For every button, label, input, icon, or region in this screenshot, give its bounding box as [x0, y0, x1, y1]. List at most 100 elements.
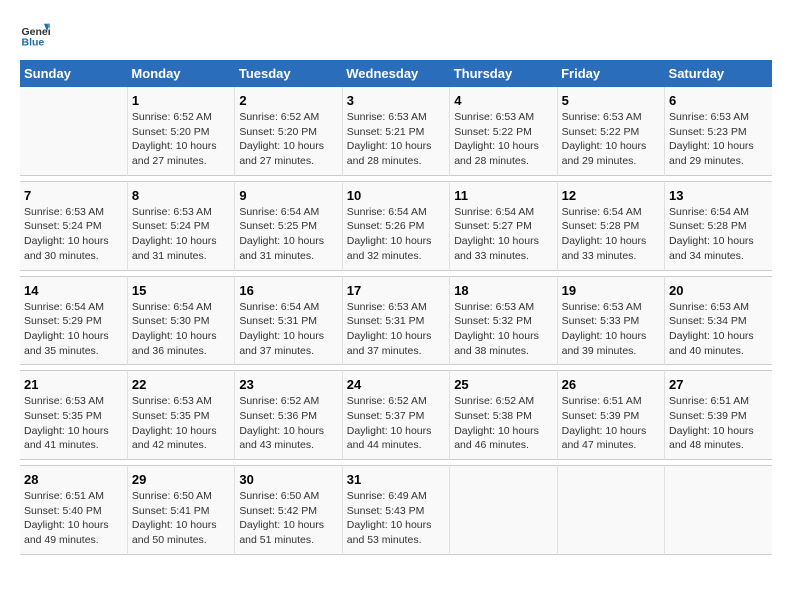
day-number: 29 — [132, 472, 230, 487]
day-info: Sunrise: 6:52 AMSunset: 5:38 PMDaylight:… — [454, 394, 552, 453]
header-friday: Friday — [557, 60, 664, 87]
day-info: Sunrise: 6:54 AMSunset: 5:25 PMDaylight:… — [239, 205, 337, 264]
day-cell: 21 Sunrise: 6:53 AMSunset: 5:35 PMDayligh… — [20, 371, 127, 460]
day-cell: 26 Sunrise: 6:51 AMSunset: 5:39 PMDayligh… — [557, 371, 664, 460]
week-row-1: 1Sunrise: 6:52 AMSunset: 5:20 PMDaylight… — [20, 87, 772, 175]
day-cell: 7 Sunrise: 6:53 AMSunset: 5:24 PMDaylight… — [20, 181, 127, 270]
day-info: Sunrise: 6:53 AMSunset: 5:22 PMDaylight:… — [562, 110, 660, 169]
day-cell — [20, 87, 127, 175]
day-cell: 23 Sunrise: 6:52 AMSunset: 5:36 PMDayligh… — [235, 371, 342, 460]
day-number: 6 — [669, 93, 768, 108]
week-row-5: 28 Sunrise: 6:51 AMSunset: 5:40 PMDayligh… — [20, 466, 772, 555]
day-number: 16 — [239, 283, 337, 298]
header-monday: Monday — [127, 60, 234, 87]
day-number: 1 — [132, 93, 230, 108]
day-cell: 22 Sunrise: 6:53 AMSunset: 5:35 PMDayligh… — [127, 371, 234, 460]
day-cell: 28 Sunrise: 6:51 AMSunset: 5:40 PMDayligh… — [20, 466, 127, 555]
day-cell: 6 Sunrise: 6:53 AMSunset: 5:23 PMDaylight… — [665, 87, 772, 175]
day-number: 31 — [347, 472, 445, 487]
day-number: 20 — [669, 283, 768, 298]
day-info: Sunrise: 6:54 AMSunset: 5:30 PMDaylight:… — [132, 300, 230, 359]
day-info: Sunrise: 6:54 AMSunset: 5:29 PMDaylight:… — [24, 300, 123, 359]
day-number: 9 — [239, 188, 337, 203]
day-cell: 2Sunrise: 6:52 AMSunset: 5:20 PMDaylight… — [235, 87, 342, 175]
day-cell: 18 Sunrise: 6:53 AMSunset: 5:32 PMDayligh… — [450, 276, 557, 365]
day-number: 12 — [562, 188, 660, 203]
day-info: Sunrise: 6:51 AMSunset: 5:40 PMDaylight:… — [24, 489, 123, 548]
day-number: 13 — [669, 188, 768, 203]
day-cell: 13 Sunrise: 6:54 AMSunset: 5:28 PMDayligh… — [665, 181, 772, 270]
day-cell: 16 Sunrise: 6:54 AMSunset: 5:31 PMDayligh… — [235, 276, 342, 365]
logo: General Blue — [20, 20, 54, 50]
calendar-table: SundayMondayTuesdayWednesdayThursdayFrid… — [20, 60, 772, 555]
day-cell — [665, 466, 772, 555]
calendar-header-row: SundayMondayTuesdayWednesdayThursdayFrid… — [20, 60, 772, 87]
day-cell — [450, 466, 557, 555]
header-wednesday: Wednesday — [342, 60, 449, 87]
day-number: 30 — [239, 472, 337, 487]
day-info: Sunrise: 6:53 AMSunset: 5:34 PMDaylight:… — [669, 300, 768, 359]
day-cell: 4 Sunrise: 6:53 AMSunset: 5:22 PMDaylight… — [450, 87, 557, 175]
day-number: 21 — [24, 377, 123, 392]
header-thursday: Thursday — [450, 60, 557, 87]
day-cell: 9 Sunrise: 6:54 AMSunset: 5:25 PMDaylight… — [235, 181, 342, 270]
day-info: Sunrise: 6:52 AMSunset: 5:36 PMDaylight:… — [239, 394, 337, 453]
day-cell: 1Sunrise: 6:52 AMSunset: 5:20 PMDaylight… — [127, 87, 234, 175]
day-number: 18 — [454, 283, 552, 298]
day-number: 3 — [347, 93, 445, 108]
day-cell: 25Sunrise: 6:52 AMSunset: 5:38 PMDayligh… — [450, 371, 557, 460]
day-cell: 31 Sunrise: 6:49 AMSunset: 5:43 PMDayligh… — [342, 466, 449, 555]
day-info: Sunrise: 6:53 AMSunset: 5:22 PMDaylight:… — [454, 110, 552, 169]
day-cell: 20 Sunrise: 6:53 AMSunset: 5:34 PMDayligh… — [665, 276, 772, 365]
day-number: 4 — [454, 93, 552, 108]
day-number: 27 — [669, 377, 768, 392]
day-info: Sunrise: 6:53 AMSunset: 5:24 PMDaylight:… — [132, 205, 230, 264]
day-number: 11 — [454, 188, 552, 203]
day-number: 7 — [24, 188, 123, 203]
day-cell: 24 Sunrise: 6:52 AMSunset: 5:37 PMDayligh… — [342, 371, 449, 460]
day-info: Sunrise: 6:54 AMSunset: 5:28 PMDaylight:… — [669, 205, 768, 264]
week-row-4: 21 Sunrise: 6:53 AMSunset: 5:35 PMDayligh… — [20, 371, 772, 460]
day-info: Sunrise: 6:51 AMSunset: 5:39 PMDaylight:… — [562, 394, 660, 453]
day-cell: 30 Sunrise: 6:50 AMSunset: 5:42 PMDayligh… — [235, 466, 342, 555]
day-info: Sunrise: 6:53 AMSunset: 5:24 PMDaylight:… — [24, 205, 123, 264]
day-info: Sunrise: 6:54 AMSunset: 5:27 PMDaylight:… — [454, 205, 552, 264]
header-saturday: Saturday — [665, 60, 772, 87]
day-info: Sunrise: 6:53 AMSunset: 5:32 PMDaylight:… — [454, 300, 552, 359]
day-cell: 5Sunrise: 6:53 AMSunset: 5:22 PMDaylight… — [557, 87, 664, 175]
day-number: 8 — [132, 188, 230, 203]
svg-text:Blue: Blue — [22, 37, 45, 49]
day-cell: 10Sunrise: 6:54 AMSunset: 5:26 PMDayligh… — [342, 181, 449, 270]
day-info: Sunrise: 6:49 AMSunset: 5:43 PMDaylight:… — [347, 489, 445, 548]
day-number: 14 — [24, 283, 123, 298]
day-number: 15 — [132, 283, 230, 298]
day-cell: 19Sunrise: 6:53 AMSunset: 5:33 PMDayligh… — [557, 276, 664, 365]
day-info: Sunrise: 6:53 AMSunset: 5:23 PMDaylight:… — [669, 110, 768, 169]
week-row-2: 7 Sunrise: 6:53 AMSunset: 5:24 PMDaylight… — [20, 181, 772, 270]
day-number: 2 — [239, 93, 337, 108]
day-cell: 29 Sunrise: 6:50 AMSunset: 5:41 PMDayligh… — [127, 466, 234, 555]
day-info: Sunrise: 6:53 AMSunset: 5:31 PMDaylight:… — [347, 300, 445, 359]
day-number: 23 — [239, 377, 337, 392]
day-cell: 27Sunrise: 6:51 AMSunset: 5:39 PMDayligh… — [665, 371, 772, 460]
day-number: 24 — [347, 377, 445, 392]
day-info: Sunrise: 6:54 AMSunset: 5:26 PMDaylight:… — [347, 205, 445, 264]
week-row-3: 14 Sunrise: 6:54 AMSunset: 5:29 PMDayligh… — [20, 276, 772, 365]
day-info: Sunrise: 6:53 AMSunset: 5:35 PMDaylight:… — [24, 394, 123, 453]
day-info: Sunrise: 6:50 AMSunset: 5:41 PMDaylight:… — [132, 489, 230, 548]
day-info: Sunrise: 6:52 AMSunset: 5:37 PMDaylight:… — [347, 394, 445, 453]
day-number: 17 — [347, 283, 445, 298]
day-cell — [557, 466, 664, 555]
day-info: Sunrise: 6:54 AMSunset: 5:31 PMDaylight:… — [239, 300, 337, 359]
day-cell: 11 Sunrise: 6:54 AMSunset: 5:27 PMDayligh… — [450, 181, 557, 270]
page-header: General Blue — [20, 20, 772, 50]
day-cell: 17 Sunrise: 6:53 AMSunset: 5:31 PMDayligh… — [342, 276, 449, 365]
day-number: 26 — [562, 377, 660, 392]
day-cell: 3Sunrise: 6:53 AMSunset: 5:21 PMDaylight… — [342, 87, 449, 175]
day-info: Sunrise: 6:53 AMSunset: 5:35 PMDaylight:… — [132, 394, 230, 453]
day-info: Sunrise: 6:50 AMSunset: 5:42 PMDaylight:… — [239, 489, 337, 548]
day-number: 28 — [24, 472, 123, 487]
header-sunday: Sunday — [20, 60, 127, 87]
day-number: 22 — [132, 377, 230, 392]
logo-icon: General Blue — [20, 20, 50, 50]
